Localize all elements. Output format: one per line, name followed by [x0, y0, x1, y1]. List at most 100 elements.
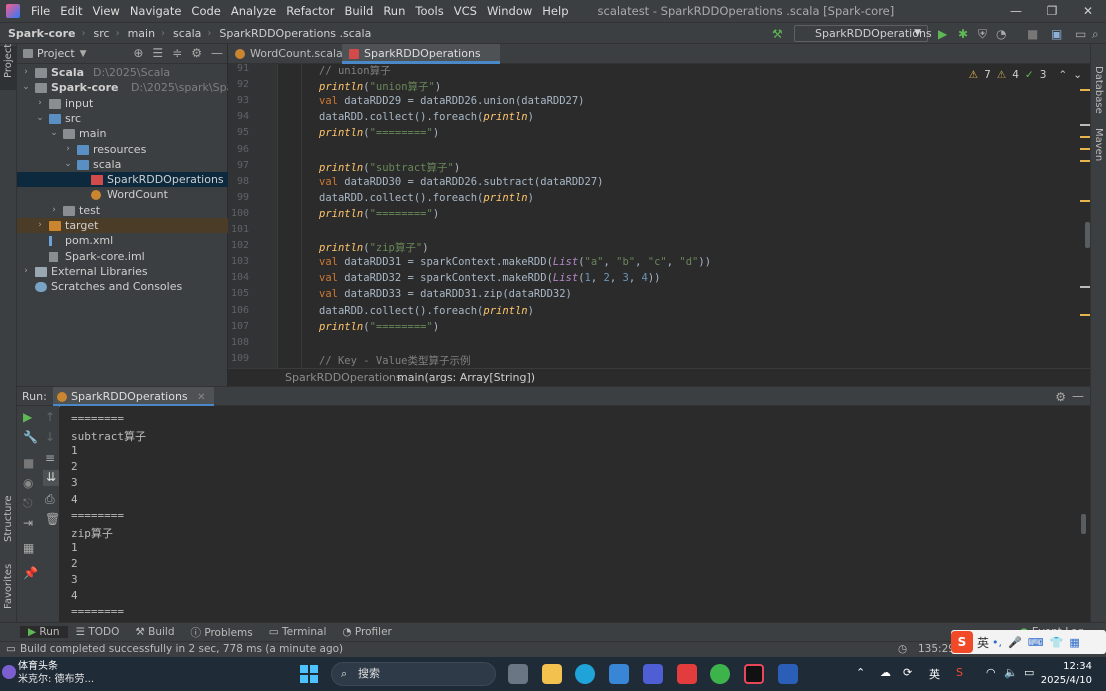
microphone-icon[interactable]: 🎤: [1008, 636, 1022, 649]
tree-item[interactable]: WordCount: [17, 187, 228, 202]
keyboard-icon[interactable]: ⌨: [1028, 636, 1044, 649]
battery-icon[interactable]: ▭: [1024, 666, 1034, 679]
hide-icon[interactable]: —: [211, 46, 223, 60]
chevron-right-icon[interactable]: ›: [21, 264, 31, 279]
menu-navigate[interactable]: Navigate: [125, 0, 187, 22]
wps-icon[interactable]: [677, 664, 697, 684]
menu-help[interactable]: Help: [537, 0, 573, 22]
tree-item[interactable]: ⌄ src: [17, 111, 228, 126]
pin-icon[interactable]: 📌: [23, 566, 38, 580]
tree-item[interactable]: SparkRDDOperations: [17, 172, 228, 188]
chevron-right-icon[interactable]: ›: [35, 96, 45, 111]
run-icon[interactable]: ▶: [938, 26, 947, 42]
tree-item[interactable]: Scratches and Consoles: [17, 279, 228, 294]
breadcrumb-main[interactable]: main: [120, 27, 155, 40]
menu-build[interactable]: Build: [339, 0, 378, 22]
tool-profiler[interactable]: ◔ Profiler: [334, 626, 399, 638]
tree-item[interactable]: ⌄ main: [17, 126, 228, 141]
chevron-down-icon[interactable]: ⌄: [1073, 69, 1082, 81]
chevron-down-icon[interactable]: ⌄: [21, 80, 31, 95]
code-line[interactable]: println("union算子"): [319, 79, 441, 94]
gear-icon[interactable]: ⚙: [1055, 390, 1066, 404]
gear-icon[interactable]: ⚙: [191, 46, 202, 60]
news-widget[interactable]: 体育头条 米克尔: 德布劳...: [18, 660, 94, 686]
run-tab[interactable]: SparkRDDOperations ✕: [53, 387, 214, 407]
menu-code[interactable]: Code: [186, 0, 225, 22]
code-line[interactable]: // Key - Value类型算子示例: [319, 353, 471, 368]
menu-edit[interactable]: Edit: [55, 0, 87, 22]
tree-item[interactable]: pom.xml: [17, 233, 228, 248]
project-structure-icon[interactable]: ▣: [1051, 26, 1062, 42]
code-line[interactable]: println("========"): [319, 127, 439, 139]
status-message[interactable]: Build completed successfully in 2 sec, 7…: [20, 642, 343, 657]
tree-item[interactable]: › target: [17, 218, 228, 233]
menu-run[interactable]: Run: [378, 0, 410, 22]
punctuation-icon[interactable]: •,: [992, 636, 1002, 649]
breadcrumb-project[interactable]: Spark-core: [0, 27, 76, 40]
tool-terminal[interactable]: ▭ Terminal: [261, 626, 335, 638]
cloud-icon[interactable]: ☁: [880, 666, 891, 679]
build-hammer-icon[interactable]: ⚒: [772, 26, 783, 42]
file-explorer-icon[interactable]: [542, 664, 562, 684]
debug-icon[interactable]: ✱: [958, 26, 968, 42]
scroll-to-end-icon[interactable]: ⇊: [43, 470, 59, 486]
chevron-down-icon[interactable]: ⌄: [49, 126, 59, 141]
search-icon[interactable]: ⌕: [1092, 26, 1099, 42]
stripe-mark[interactable]: [1080, 124, 1090, 126]
trash-icon[interactable]: 🗑: [45, 512, 60, 526]
tree-item[interactable]: › External Libraries: [17, 264, 228, 279]
store-icon[interactable]: [609, 664, 629, 684]
tree-item[interactable]: › test: [17, 203, 228, 218]
toolbox-icon[interactable]: ▦: [1069, 636, 1079, 649]
code-line[interactable]: dataRDD.collect().foreach(println): [319, 305, 534, 317]
caret-position[interactable]: 135:29: [918, 642, 955, 657]
tool-build[interactable]: ⚒ Build: [127, 626, 182, 638]
tool-todo[interactable]: ☰ TODO: [68, 626, 128, 638]
wifi-icon[interactable]: ◠: [986, 666, 996, 679]
ime-language[interactable]: 英: [977, 634, 989, 651]
stop-icon[interactable]: ■: [1027, 26, 1038, 42]
code-line[interactable]: val dataRDD33 = dataRDD31.zip(dataRDD32): [319, 288, 572, 300]
app-icon[interactable]: [643, 664, 663, 684]
breadcrumb-file[interactable]: SparkRDDOperations .scala: [211, 27, 371, 40]
intellij-taskbar-icon[interactable]: [744, 664, 764, 684]
profile-icon[interactable]: ◔: [996, 26, 1006, 42]
sync-icon[interactable]: ⟳: [903, 666, 912, 679]
menu-refactor[interactable]: Refactor: [281, 0, 339, 22]
edge-browser-icon[interactable]: [575, 664, 595, 684]
menu-vcs[interactable]: VCS: [449, 0, 482, 22]
login-icon[interactable]: ⇥: [23, 516, 33, 530]
sogou-tray-icon[interactable]: S: [956, 666, 963, 679]
menu-tools[interactable]: Tools: [410, 0, 448, 22]
chevron-up-icon[interactable]: ⌃: [856, 666, 865, 679]
print-icon[interactable]: ⎙: [45, 492, 55, 507]
inspection-widget[interactable]: ⚠ 7 ⚠ 4 ✓ 3 ⌃ ⌄: [969, 69, 1082, 81]
wechat-icon[interactable]: [710, 664, 730, 684]
ime-toolbar[interactable]: S 英 •, 🎤 ⌨ 👕 ▦: [951, 630, 1106, 654]
layout-icon[interactable]: ▭: [1075, 26, 1086, 42]
console-scrollbar[interactable]: [1081, 514, 1086, 534]
tool-problems[interactable]: ⓘ Problems: [182, 625, 260, 640]
word-icon[interactable]: [778, 664, 798, 684]
tree-item[interactable]: Spark-core.iml: [17, 249, 228, 264]
code-line[interactable]: dataRDD.collect().foreach(println): [319, 111, 534, 123]
breadcrumb-class[interactable]: SparkRDDOperations: [285, 369, 402, 386]
code-line[interactable]: println("========"): [319, 208, 439, 220]
stripe-mark[interactable]: [1080, 148, 1090, 150]
breadcrumb-method[interactable]: main(args: Array[String]): [397, 369, 535, 386]
chevron-down-icon[interactable]: ▼: [75, 49, 87, 59]
stripe-mark[interactable]: [1080, 160, 1090, 162]
exit-icon[interactable]: ⎋: [23, 496, 33, 511]
chevron-right-icon[interactable]: ›: [49, 203, 59, 218]
close-window-icon[interactable]: ✕: [1070, 0, 1106, 22]
close-icon[interactable]: ✕: [197, 392, 205, 403]
tab-sparkrddoperations[interactable]: SparkRDDOperations .scala✕: [342, 44, 500, 80]
windows-start-icon[interactable]: [300, 665, 318, 683]
chevron-right-icon[interactable]: ›: [21, 65, 31, 80]
breadcrumb-src[interactable]: src: [86, 27, 110, 40]
menu-view[interactable]: View: [88, 0, 125, 22]
editor-scrollbar[interactable]: [1085, 222, 1090, 248]
code-line[interactable]: dataRDD.collect().foreach(println): [319, 192, 534, 204]
ime-indicator[interactable]: 英: [929, 666, 940, 682]
stripe-mark[interactable]: [1080, 136, 1090, 138]
